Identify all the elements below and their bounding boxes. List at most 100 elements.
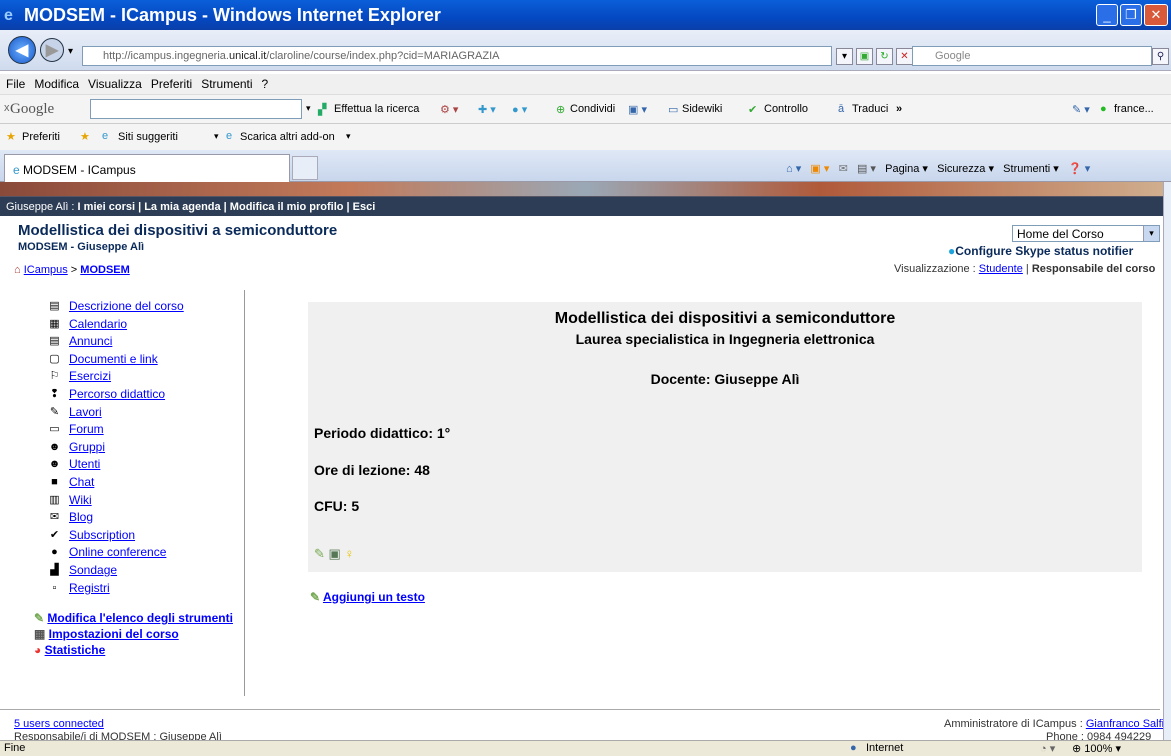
breadcrumb-sep: >: [67, 264, 81, 276]
sidebar-item-label: Sondage: [69, 562, 118, 577]
bookmark-icon[interactable]: ▣ ▾: [628, 103, 647, 116]
sidebar-item-annunci[interactable]: ▤ Annunci: [28, 333, 218, 351]
search-input[interactable]: Google: [912, 46, 1152, 66]
more-chevron-icon[interactable]: »: [896, 103, 902, 115]
skype-link[interactable]: ●Configure Skype status notifier: [948, 244, 1133, 258]
menu-strumenti[interactable]: Strumenti: [201, 77, 252, 91]
refresh-icon[interactable]: ↻: [876, 48, 893, 65]
condividi-button[interactable]: Condividi: [570, 103, 615, 115]
view-sep: |: [1022, 263, 1032, 275]
sidebar-item-lavori[interactable]: ✎ Lavori: [28, 404, 218, 422]
sidebar-item-label: Subscription: [69, 527, 136, 542]
print-icon[interactable]: ▤ ▾: [857, 163, 876, 175]
sidebar-item-chat[interactable]: ■ Chat: [28, 474, 218, 492]
course-title[interactable]: Modellistica dei dispositivi a semicondu…: [18, 222, 337, 239]
statistiche-link[interactable]: ◕ Statistiche: [28, 643, 218, 657]
statistiche-label: Statistiche: [44, 643, 106, 658]
menu-modifica[interactable]: Modifica: [34, 77, 79, 91]
forward-button[interactable]: ▶: [40, 38, 64, 62]
sidebar-item-utenti[interactable]: ☻ Utenti: [28, 456, 218, 474]
protected-mode-icon[interactable]: ◔ ▾: [1040, 742, 1055, 755]
traduci-button[interactable]: Traduci: [852, 103, 888, 115]
address-dropdown-icon[interactable]: ▾: [836, 48, 853, 65]
sidebar-item-descrizione-del-corso[interactable]: ▤ Descrizione del corso: [28, 298, 218, 316]
maximize-button[interactable]: ❐: [1120, 4, 1142, 26]
docente-label: Docente: Giuseppe Alì: [650, 371, 800, 387]
sidebar-item-registri[interactable]: ▫ Registri: [28, 580, 218, 598]
history-dropdown-icon[interactable]: ▾: [68, 46, 73, 57]
add-favorite-icon[interactable]: ★: [80, 130, 90, 143]
back-button[interactable]: ◀: [8, 36, 36, 64]
close-window-button[interactable]: ✕: [1144, 4, 1168, 26]
chevron-down-icon: ▾: [1143, 226, 1159, 241]
siti-suggeriti-link[interactable]: Siti suggeriti: [118, 131, 178, 143]
sicurezza-menu[interactable]: Sicurezza: [937, 163, 985, 175]
sidebar-item-gruppi[interactable]: ☻ Gruppi: [28, 439, 218, 457]
new-tab-button[interactable]: [292, 156, 318, 180]
wrench-icon[interactable]: ✎ ▾: [1072, 103, 1090, 116]
toolbar-close-icon[interactable]: x: [4, 102, 10, 114]
menu-preferiti[interactable]: Preferiti: [151, 77, 192, 91]
scarica-addon-link[interactable]: Scarica altri add-on: [240, 131, 335, 143]
sidebar-item-documenti-e-link[interactable]: ▢ Documenti e link: [28, 351, 218, 369]
page-scrollbar[interactable]: [1163, 182, 1171, 740]
menu-help[interactable]: ?: [262, 77, 269, 91]
mail-icon[interactable]: ✉: [839, 163, 848, 175]
toolbar-widget-2-icon[interactable]: ✚ ▾: [478, 103, 496, 116]
sidebar-item-calendario[interactable]: ▦ Calendario: [28, 316, 218, 334]
menu-file[interactable]: File: [6, 77, 25, 91]
forum-icon: ▭: [49, 423, 60, 436]
home-icon[interactable]: ⌂ ▾: [786, 163, 801, 175]
toolbar-widget-3-icon[interactable]: ● ▾: [512, 103, 527, 116]
add-text-link[interactable]: ✎ Aggiungi un testo: [310, 590, 425, 604]
visibility-bulb-icon[interactable]: ♀: [344, 546, 354, 561]
google-user[interactable]: france...: [1114, 103, 1154, 115]
sidebar-item-online-conference[interactable]: ● Online conference: [28, 544, 218, 562]
toolbar-widget-1-icon[interactable]: ⚙ ▾: [440, 103, 458, 116]
menu-visualizza[interactable]: Visualizza: [88, 77, 142, 91]
impostazioni-link[interactable]: ▦ Impostazioni del corso: [28, 627, 218, 641]
sidebar-item-forum[interactable]: ▭ Forum: [28, 421, 218, 439]
sidebar-item-sondage[interactable]: ▟ Sondage: [28, 562, 218, 580]
scarica-dropdown-icon[interactable]: ▾: [346, 131, 351, 142]
sidebar-item-label: Esercizi: [69, 369, 112, 384]
address-input[interactable]: http://icampus.ingegneria.unical.it/clar…: [82, 46, 832, 66]
tab-modsem[interactable]: e MODSEM - ICampus: [4, 154, 290, 182]
effettua-button[interactable]: Effettua la ricerca: [334, 103, 419, 115]
user-links[interactable]: I miei corsi | La mia agenda | Modifica …: [78, 201, 376, 213]
course-home-select[interactable]: Home del Corso ▾: [1012, 225, 1160, 242]
favorites-button[interactable]: Preferiti: [22, 131, 60, 143]
controllo-button[interactable]: Controllo: [764, 103, 808, 115]
minimize-button[interactable]: _: [1096, 4, 1118, 26]
sidebar-item-percorso-didattico[interactable]: ❢ Percorso didattico: [28, 386, 218, 404]
sidebar-item-label: Chat: [69, 474, 95, 489]
view-responsabile: Responsabile del corso: [1031, 263, 1156, 275]
compatibility-icon[interactable]: ▣: [856, 48, 873, 65]
google-dropdown-icon[interactable]: ▾: [306, 103, 311, 114]
google-search-input[interactable]: [90, 99, 302, 119]
siti-dropdown-icon[interactable]: ▾: [214, 131, 219, 142]
admin-link[interactable]: Gianfranco Salfi: [1086, 718, 1164, 730]
pagina-menu[interactable]: Pagina: [885, 163, 919, 175]
view-student-link[interactable]: Studente: [979, 263, 1023, 275]
feeds-icon[interactable]: ▣ ▾: [810, 163, 829, 175]
modifica-tools-link[interactable]: ✎ Modifica l'elenco degli strumenti: [28, 611, 233, 626]
users-connected-link[interactable]: 5 users connected: [14, 718, 104, 730]
sidebar-item-wiki[interactable]: ▥ Wiki: [28, 492, 218, 510]
users-connected[interactable]: 5 users connected: [14, 718, 104, 730]
sidebar-item-blog[interactable]: ✉ Blog: [28, 509, 218, 527]
strumenti-menu[interactable]: Strumenti: [1003, 163, 1050, 175]
zoom-level[interactable]: ⊕ 100% ▾: [1072, 742, 1121, 755]
sidebar-item-esercizi[interactable]: ⚐ Esercizi: [28, 368, 218, 386]
breadcrumb-modsem[interactable]: MODSEM: [80, 264, 130, 276]
edit-icon: ✎: [34, 611, 48, 626]
stop-icon[interactable]: ✕: [896, 48, 913, 65]
sidewiki-button[interactable]: Sidewiki: [682, 103, 722, 115]
delete-icon[interactable]: ▣: [329, 546, 341, 561]
sidebar-item-subscription[interactable]: ✔ Subscription: [28, 527, 218, 545]
edit-icon[interactable]: ✎: [314, 546, 325, 561]
search-icon[interactable]: ⚲: [1152, 48, 1169, 65]
breadcrumb-icampus[interactable]: ICampus: [24, 264, 68, 276]
help-icon[interactable]: ❓ ▾: [1068, 163, 1090, 175]
google-logo: Google: [10, 101, 55, 117]
